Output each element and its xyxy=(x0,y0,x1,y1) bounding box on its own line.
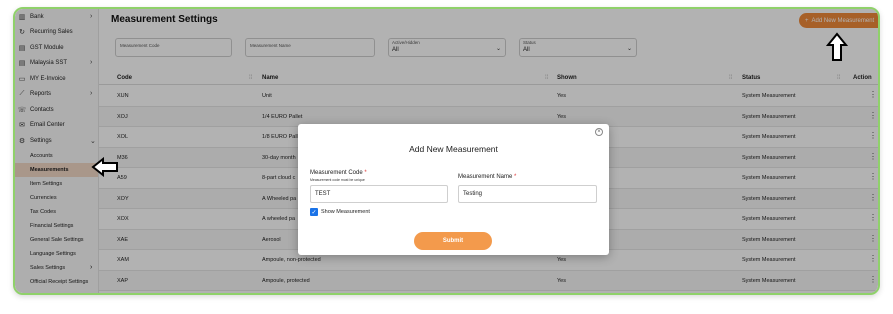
code-field-hint: Measurement code must be unique xyxy=(310,178,365,182)
name-field-label: Measurement Name * xyxy=(458,174,516,180)
show-measurement-label[interactable]: Show Measurement xyxy=(321,209,370,215)
close-icon[interactable]: × xyxy=(595,128,603,136)
code-field-label: Measurement Code * xyxy=(310,170,367,176)
code-field-label-text: Measurement Code xyxy=(310,170,363,176)
show-measurement-checkbox[interactable]: ✓ xyxy=(310,208,318,216)
annotation-arrow-up-icon xyxy=(826,32,848,61)
annotation-arrow-left-icon xyxy=(91,157,118,177)
measurement-code-input[interactable]: TEST xyxy=(310,185,448,203)
add-measurement-modal: × Add New Measurement Measurement Code *… xyxy=(298,124,609,255)
required-marker: * xyxy=(514,174,517,180)
app-window: ▥ Bank › ↻ Recurring Sales ▤ GST Module ▤ Malays… xyxy=(13,7,880,295)
modal-title: Add New Measurement xyxy=(409,144,498,154)
submit-button[interactable]: Submit xyxy=(414,232,492,250)
measurement-name-input[interactable]: Testing xyxy=(458,185,597,203)
name-field-label-text: Measurement Name xyxy=(458,174,513,180)
required-marker: * xyxy=(364,170,367,176)
